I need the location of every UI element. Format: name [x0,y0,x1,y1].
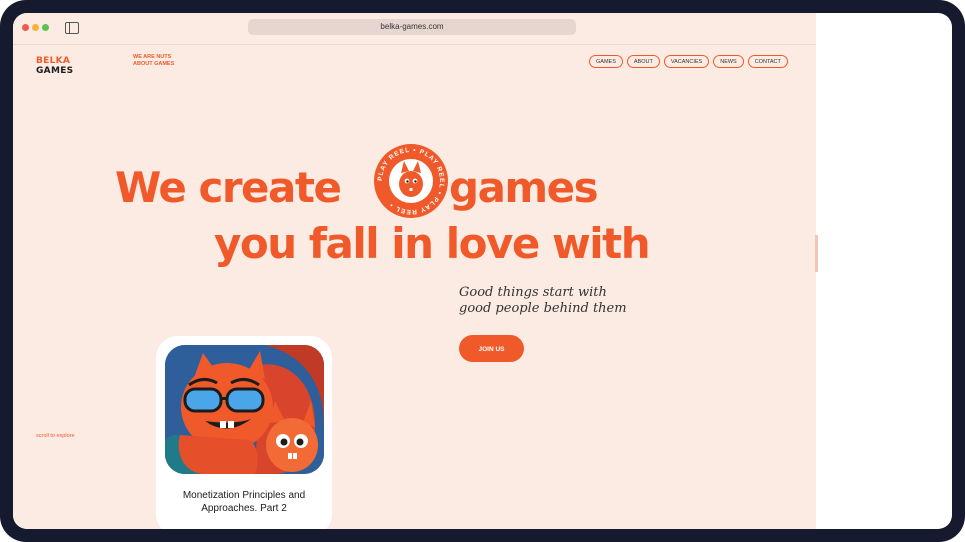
scroll-hint: scroll to explore [36,433,75,439]
hero-heading-part2: games [449,163,599,212]
maximize-window-button[interactable] [42,24,49,31]
article-card-title-line2: Approaches. Part 2 [201,503,287,514]
game-art-illustration [165,345,324,474]
screen: belka-games.com BELKA GAMES WE ARE NUTS … [13,13,952,529]
hero-subtitle: Good things start with good people behin… [459,285,639,317]
minimize-window-button[interactable] [32,24,39,31]
side-tab[interactable] [815,235,818,272]
nav-vacancies[interactable]: VACANCIES [663,55,710,68]
hero-subtitle-line2: good people behind them [459,301,627,316]
tagline-line2: ABOUT GAMES [133,61,175,67]
logo-line2: GAMES [36,66,74,76]
tagline: WE ARE NUTS ABOUT GAMES [133,54,203,68]
device-frame: belka-games.com BELKA GAMES WE ARE NUTS … [0,0,965,542]
join-us-button[interactable]: JOIN US [459,335,524,362]
hero-heading-line2: you fall in love with [214,219,651,268]
sidebar-toggle-icon[interactable] [65,22,79,34]
nav-contact[interactable]: CONTACT [747,55,788,68]
hero-heading-part1: We create [115,163,342,212]
play-reel-button[interactable]: PLAY REEL • PLAY REEL • PLAY REEL • [373,143,449,219]
article-card[interactable]: Monetization Principles and Approaches. … [156,336,332,529]
nav-about[interactable]: ABOUT [626,55,660,68]
logo[interactable]: BELKA GAMES [36,56,73,76]
tagline-line1: WE ARE NUTS [133,54,172,60]
article-card-image [165,345,324,474]
play-reel-badge-icon: PLAY REEL • PLAY REEL • PLAY REEL • [374,144,448,218]
logo-line1: BELKA [36,56,71,66]
article-card-title-line1: Monetization Principles and [182,490,306,501]
main-nav: GAMES ABOUT VACANCIES NEWS CONTACT [589,55,788,68]
nav-games[interactable]: GAMES [589,55,623,68]
article-card-title[interactable]: Monetization Principles and Approaches. … [164,489,324,515]
browser-chrome: belka-games.com [13,13,816,45]
address-bar[interactable]: belka-games.com [248,19,576,35]
web-page: belka-games.com BELKA GAMES WE ARE NUTS … [13,13,818,529]
close-window-button[interactable] [22,24,29,31]
hero-subtitle-line1: Good things start with [459,285,607,300]
nav-news[interactable]: NEWS [713,55,744,68]
